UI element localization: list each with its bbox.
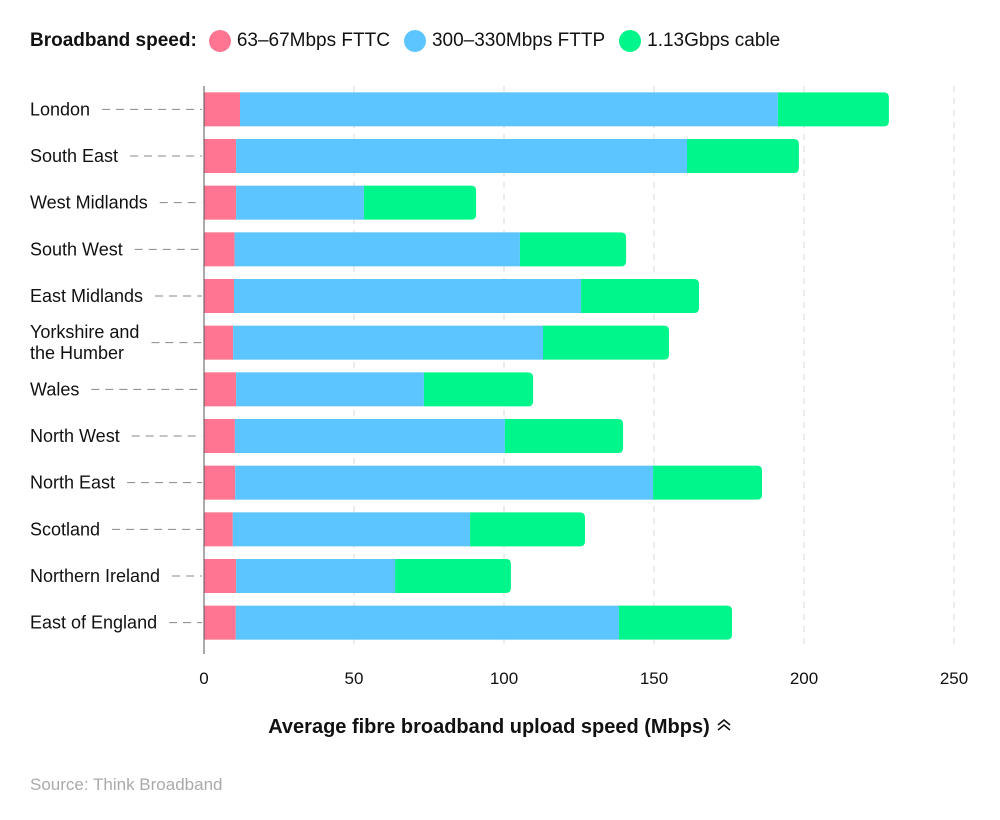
bar-segment-fttp [234,279,582,313]
category-label: Northern Ireland [30,566,160,586]
bar-segment-fttc [204,605,236,640]
bar-segment-fttc [204,419,235,453]
category-label: West Midlands [30,193,148,213]
bar-segment-fttp [236,559,396,593]
bar-segment-fttp [233,325,543,360]
bar-segment-fttc [204,185,237,220]
category-label: South East [30,146,118,166]
bar-segment-fttp [235,605,619,640]
bar-segment-cable [543,325,669,360]
category-label: Yorkshire and the Humber [30,322,139,363]
bar-segment-fttp [235,465,654,500]
bar-segment-fttc [204,372,237,407]
bar-segment-fttc [204,139,237,173]
bar-segment-cable [519,232,627,267]
bar-segment-cable [618,605,732,640]
category-label: North West [30,426,120,446]
bar-segment-cable [395,559,511,593]
bar-segment-cable [423,372,534,407]
category-label: London [30,99,90,119]
bar-segment-cable [581,279,699,313]
category-label: South West [30,239,123,259]
bar-segment-fttp [236,185,364,220]
bar-segment-fttp [234,232,520,267]
bar-segment-cable [363,185,477,220]
x-tick-label: 250 [940,669,968,688]
category-label: East of England [30,613,157,633]
category-label: East Midlands [30,286,143,306]
bar-segment-fttp [234,419,505,453]
x-tick-label: 100 [490,669,518,688]
bar-segment-cable [504,419,624,453]
bar-segment-fttc [204,279,234,313]
bar-segment-fttp [232,512,471,547]
bar-segment-fttc [204,512,233,547]
bar-segment-fttp [236,372,424,407]
x-tick-label: 150 [640,669,668,688]
double-chevron-up-icon[interactable] [716,718,732,737]
bar-segment-fttc [204,92,240,127]
bar-segment-fttc [204,559,237,593]
bar-chart: 0 50 100 150 200 250 London South East West Midl… [30,86,968,688]
x-tick-label: 200 [790,669,818,688]
x-tick-label: 0 [199,669,208,688]
x-axis-title-text: Average fibre broadband upload speed (Mb… [268,716,710,738]
bar-segment-fttp [236,139,687,173]
bar-segment-cable [470,512,585,547]
bar-segment-fttc [204,232,235,267]
category-label: North East [30,473,115,493]
bar-segment-fttc [204,465,236,500]
category-label: Wales [30,379,79,399]
bar-segment-fttp [240,92,778,127]
x-tick-label: 50 [345,669,364,688]
bar-segment-fttc [204,325,234,360]
bar-segment-cable [687,139,799,173]
category-label: Scotland [30,519,100,539]
bar-segment-cable [653,465,762,500]
source-note: Source: Think Broadband [30,775,223,794]
x-axis-title: Average fibre broadband upload speed (Mb… [0,716,1000,739]
bar-segment-cable [777,92,889,127]
